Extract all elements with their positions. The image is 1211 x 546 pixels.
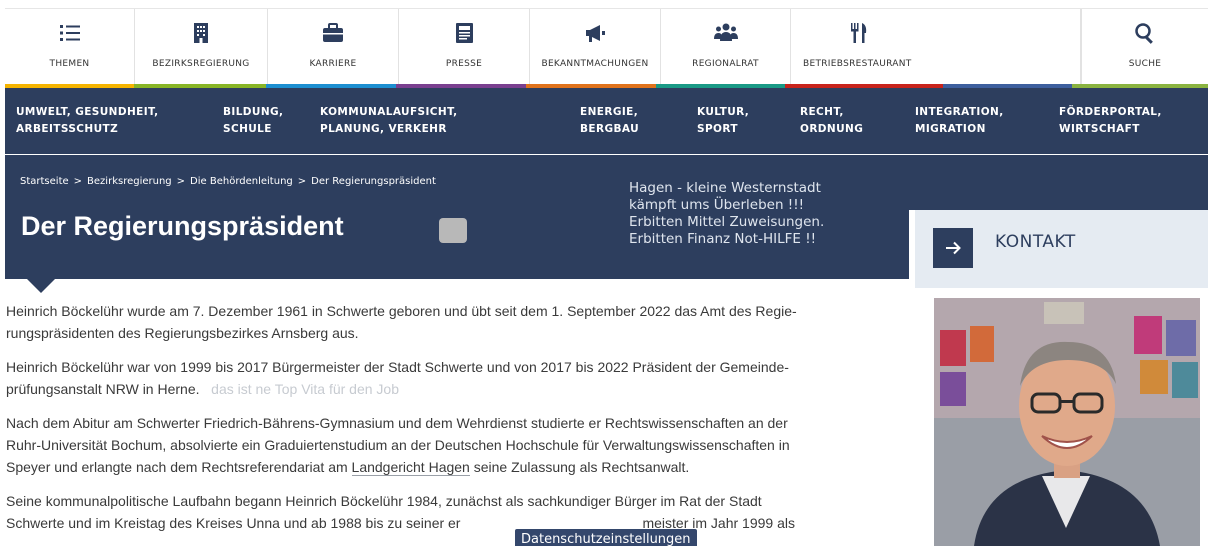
portrait-image [934, 298, 1200, 546]
paragraph-1: Heinrich Böckelühr wurde am 7. Dezember … [6, 303, 797, 341]
article-body: Heinrich Böckelühr wurde am 7. Dezember … [6, 300, 896, 546]
nav-presse-label: PRESSE [445, 59, 483, 69]
header-pointer [27, 279, 55, 293]
breadcrumb-startseite[interactable]: Startseite [20, 176, 69, 187]
title-marker [439, 218, 467, 243]
topic-bildung[interactable]: BILDUNG, SCHULE [223, 104, 283, 138]
arrow-right-icon [946, 241, 961, 255]
nav-bekanntmachungen-label: BEKANNTMACHUNGEN [541, 59, 649, 69]
nav-bezirksregierung[interactable]: BEZIRKSREGIERUNG [135, 9, 268, 84]
faint-comment: das ist ne Top Vita für den Job [211, 381, 400, 397]
nav-suche-label: SUCHE [1128, 59, 1162, 69]
breadcrumb-current: Der Regierungspräsident [311, 176, 436, 187]
portrait-photo [934, 298, 1200, 546]
search-icon [1135, 23, 1153, 44]
breadcrumb-behoerdenleitung[interactable]: Die Behördenleitung [190, 176, 293, 187]
breadcrumb-bezirksregierung[interactable]: Bezirksregierung [87, 176, 172, 187]
contact-label: KONTAKT [995, 232, 1076, 252]
cutlery-icon [851, 23, 867, 43]
paragraph-4: Seine kommunalpolitische Laufbahn begann… [6, 493, 795, 531]
nav-bezirksregierung-label: BEZIRKSREGIERUNG [152, 59, 250, 69]
page-header: Startseite > Bezirksregierung > Die Behörden… [5, 155, 909, 279]
breadcrumb: Startseite > Bezirksregierung > Die Behörden… [20, 176, 436, 187]
topic-energie[interactable]: ENERGIE, BERGBAU [580, 104, 639, 138]
nav-betriebsrestaurant-label: BETRIEBSRESTAURANT [803, 59, 912, 69]
topic-foerderportal[interactable]: FÖRDERPORTAL, WIRTSCHAFT [1059, 104, 1162, 138]
nav-bekanntmachungen[interactable]: BEKANNTMACHUNGEN [530, 9, 661, 84]
top-navigation: THEMEN BEZIRKSREGIERUNG KARRIERE PRESSE [5, 8, 1208, 84]
page-title: Der Regierungspräsident [21, 211, 344, 241]
topic-integration[interactable]: INTEGRATION, MIGRATION [915, 104, 1004, 138]
topic-recht[interactable]: RECHT, ORDNUNG [800, 104, 863, 138]
landgericht-hagen-link[interactable]: Landgericht Hagen [351, 459, 470, 476]
topic-kultur[interactable]: KULTUR, SPORT [697, 104, 749, 138]
nav-karriere[interactable]: KARRIERE [268, 9, 399, 84]
paragraph-2: Heinrich Böckelühr war von 1999 bis 2017… [6, 359, 789, 397]
building-icon [194, 23, 208, 43]
contact-arrow-button[interactable] [933, 228, 973, 268]
nav-regionalrat[interactable]: REGIONALRAT [661, 9, 791, 84]
nav-themen[interactable]: THEMEN [5, 9, 135, 84]
privacy-settings-button[interactable]: Datenschutzeinstellungen [515, 529, 697, 546]
topic-kommunalaufsicht[interactable]: KOMMUNALAUFSICHT, PLANUNG, VERKEHR [320, 104, 458, 138]
nav-karriere-label: KARRIERE [309, 59, 357, 69]
list-icon [59, 25, 80, 41]
topic-navigation: UMWELT, GESUNDHEIT, ARBEITSSCHUTZ BILDUNG… [5, 88, 1208, 154]
megaphone-icon [586, 25, 605, 42]
newspaper-icon [456, 23, 473, 43]
nav-presse[interactable]: PRESSE [399, 9, 530, 84]
nav-betriebsrestaurant[interactable]: BETRIEBSRESTAURANT [791, 9, 1081, 84]
contact-box[interactable]: KONTAKT [915, 210, 1208, 288]
nav-suche[interactable]: SUCHE [1081, 9, 1208, 84]
topic-umwelt[interactable]: UMWELT, GESUNDHEIT, ARBEITSSCHUTZ [16, 104, 159, 138]
people-icon [713, 23, 738, 41]
header-extension [909, 155, 1208, 210]
annotation-note: Hagen - kleine Westernstadt kämpft ums Ü… [629, 180, 825, 247]
briefcase-icon [323, 23, 343, 42]
nav-regionalrat-label: REGIONALRAT [692, 59, 759, 69]
nav-themen-label: THEMEN [49, 59, 90, 69]
paragraph-3: Nach dem Abitur am Schwerter Friedrich-B… [6, 415, 790, 476]
